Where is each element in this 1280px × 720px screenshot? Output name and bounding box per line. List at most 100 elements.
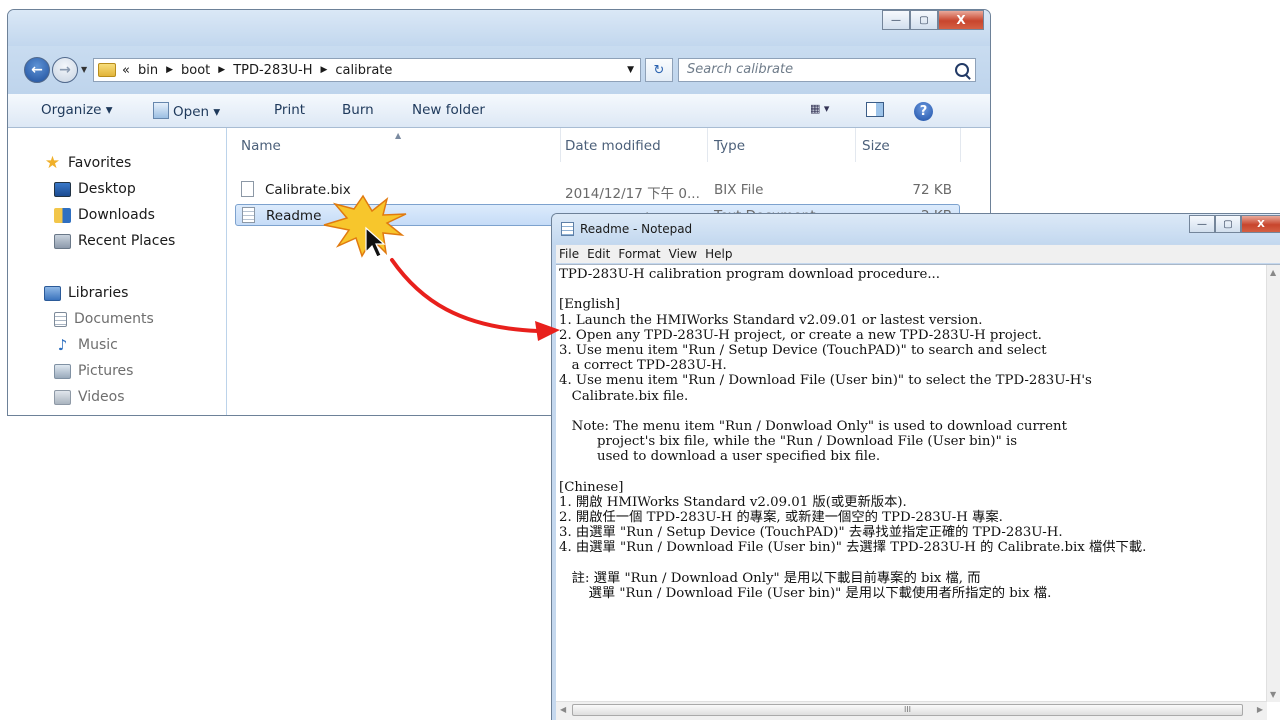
notebook-icon: [153, 102, 169, 119]
nav-label: Videos: [78, 389, 125, 405]
breadcrumb-separator[interactable]: ▶: [218, 65, 225, 75]
nav-favorites[interactable]: ★ Favorites: [44, 154, 132, 171]
preview-pane-icon[interactable]: [866, 102, 884, 117]
refresh-button[interactable]: ↻: [645, 58, 673, 82]
vertical-scrollbar[interactable]: ▲ ▼: [1266, 265, 1280, 702]
column-name[interactable]: Name: [241, 138, 281, 154]
nav-documents[interactable]: Documents: [54, 311, 154, 327]
text-file-icon: [242, 207, 255, 223]
horizontal-scroll-thumb[interactable]: III: [572, 704, 1243, 716]
organize-button[interactable]: Organize ▾: [41, 102, 113, 118]
notepad-caption-buttons: — ▢ X: [1189, 215, 1280, 233]
nav-desktop[interactable]: Desktop: [54, 181, 136, 197]
notepad-line: Note: The menu item "Run / Donwload Only…: [559, 418, 1067, 434]
scroll-up-icon[interactable]: ▲: [1270, 268, 1276, 277]
recent-pages-dropdown[interactable]: ▼: [81, 65, 91, 75]
nav-pictures[interactable]: Pictures: [54, 363, 133, 379]
file-name: Calibrate.bix: [265, 182, 351, 198]
nav-libraries[interactable]: Libraries: [44, 285, 128, 301]
explorer-caption-buttons: — ▢ X: [882, 10, 984, 30]
notepad-line: 2. Open any TPD-283U-H project, or creat…: [559, 327, 1042, 343]
file-row[interactable]: Calibrate.bix 2014/12/17 下午 0... BIX Fil…: [235, 179, 960, 202]
documents-icon: [54, 311, 67, 327]
scroll-down-icon[interactable]: ▼: [1270, 690, 1276, 699]
print-button[interactable]: Print: [274, 102, 305, 118]
notepad-icon: [561, 222, 574, 236]
nav-label: Pictures: [78, 363, 134, 379]
breadcrumb-separator[interactable]: ▶: [320, 65, 327, 75]
maximize-button[interactable]: ▢: [910, 10, 938, 30]
breadcrumb-bin[interactable]: bin: [138, 63, 158, 78]
column-date-modified[interactable]: Date modified: [565, 138, 661, 154]
refresh-icon: ↻: [653, 62, 665, 78]
notepad-text-area[interactable]: TPD-283U-H calibration program download …: [556, 264, 1280, 720]
file-icon: [241, 181, 254, 197]
search-input[interactable]: Search calibrate: [678, 58, 976, 82]
nav-recent-places[interactable]: Recent Places: [54, 233, 175, 249]
notepad-line: used to download a user specified bix fi…: [559, 449, 881, 465]
desktop-icon: [54, 181, 71, 197]
forward-button[interactable]: →: [52, 57, 78, 83]
notepad-line: [Chinese]: [559, 479, 624, 495]
scroll-grip: III: [903, 705, 912, 714]
file-date: 2014/12/17 下午 0...: [565, 186, 700, 202]
maximize-button[interactable]: ▢: [1215, 215, 1241, 233]
new-folder-button[interactable]: New folder: [412, 102, 485, 118]
notepad-titlebar[interactable]: Readme - Notepad — ▢ X: [552, 214, 1280, 244]
minimize-button[interactable]: —: [882, 10, 910, 30]
menu-view[interactable]: View: [669, 247, 697, 261]
minimize-button[interactable]: —: [1189, 215, 1215, 233]
downloads-icon: [54, 207, 71, 223]
notepad-line: a correct TPD-283U-H.: [559, 358, 727, 374]
help-icon[interactable]: ?: [914, 102, 933, 121]
menu-help[interactable]: Help: [705, 247, 732, 261]
notepad-line: 1. 開啟 HMIWorks Standard v2.09.01 版(或更新版本…: [559, 494, 907, 510]
close-button[interactable]: X: [1241, 215, 1280, 233]
nav-label: Downloads: [78, 207, 155, 223]
notepad-window: Readme - Notepad — ▢ X File Edit Format …: [551, 213, 1280, 720]
breadcrumb-overflow[interactable]: «: [122, 63, 130, 78]
notepad-line: [559, 282, 1271, 297]
explorer-titlebar[interactable]: — ▢ X: [8, 10, 990, 46]
notepad-line: 3. 由選單 "Run / Setup Device (TouchPAD)" 去…: [559, 525, 1063, 541]
nav-label: Favorites: [68, 155, 132, 171]
nav-music[interactable]: ♪ Music: [54, 337, 118, 353]
open-button[interactable]: Open ▾: [153, 102, 220, 120]
address-bar[interactable]: « bin ▶ boot ▶ TPD-283U-H ▶ calibrate ▼: [93, 58, 641, 82]
nav-label: Documents: [74, 311, 154, 327]
breadcrumb-calibrate[interactable]: calibrate: [335, 63, 392, 78]
nav-downloads[interactable]: Downloads: [54, 207, 155, 223]
libraries-icon: [44, 285, 61, 301]
search-icon[interactable]: [955, 63, 969, 77]
notepad-line: 選單 "Run / Download File (User bin)" 是用以下…: [559, 585, 1052, 601]
videos-icon: [54, 389, 71, 405]
back-button[interactable]: ←: [24, 57, 50, 83]
nav-videos[interactable]: Videos: [54, 389, 125, 405]
pictures-icon: [54, 363, 71, 379]
address-row: ← → ▼ « bin ▶ boot ▶ TPD-283U-H ▶ calibr…: [8, 46, 990, 94]
menu-edit[interactable]: Edit: [587, 247, 610, 261]
breadcrumb-tpd[interactable]: TPD-283U-H: [233, 63, 312, 78]
column-size[interactable]: Size: [862, 138, 890, 154]
search-placeholder: Search calibrate: [687, 62, 794, 77]
column-type[interactable]: Type: [714, 138, 745, 154]
burn-button[interactable]: Burn: [342, 102, 374, 118]
change-view-button[interactable]: ▦ ▾: [810, 102, 829, 115]
scroll-right-icon[interactable]: ▶: [1257, 705, 1263, 714]
sort-indicator: ▲: [395, 131, 402, 140]
close-button[interactable]: X: [938, 10, 984, 30]
menu-format[interactable]: Format: [618, 247, 660, 261]
breadcrumb-boot[interactable]: boot: [181, 63, 210, 78]
scroll-left-icon[interactable]: ◀: [560, 705, 566, 714]
menu-file[interactable]: File: [559, 247, 579, 261]
notepad-line: 註: 選單 "Run / Download Only" 是用以下載目前專案的 b…: [559, 570, 981, 586]
horizontal-scrollbar[interactable]: ◀ III ▶: [556, 701, 1267, 720]
nav-label: Recent Places: [78, 233, 176, 249]
breadcrumb-separator[interactable]: ▶: [166, 65, 173, 75]
notepad-line: 4. 由選單 "Run / Download File (User bin)" …: [559, 540, 1147, 556]
nav-label: Music: [78, 337, 118, 353]
notepad-text[interactable]: TPD-283U-H calibration program download …: [559, 267, 1271, 601]
recent-places-icon: [54, 233, 71, 249]
notepad-line: [559, 464, 1271, 479]
address-dropdown[interactable]: ▼: [627, 65, 634, 75]
